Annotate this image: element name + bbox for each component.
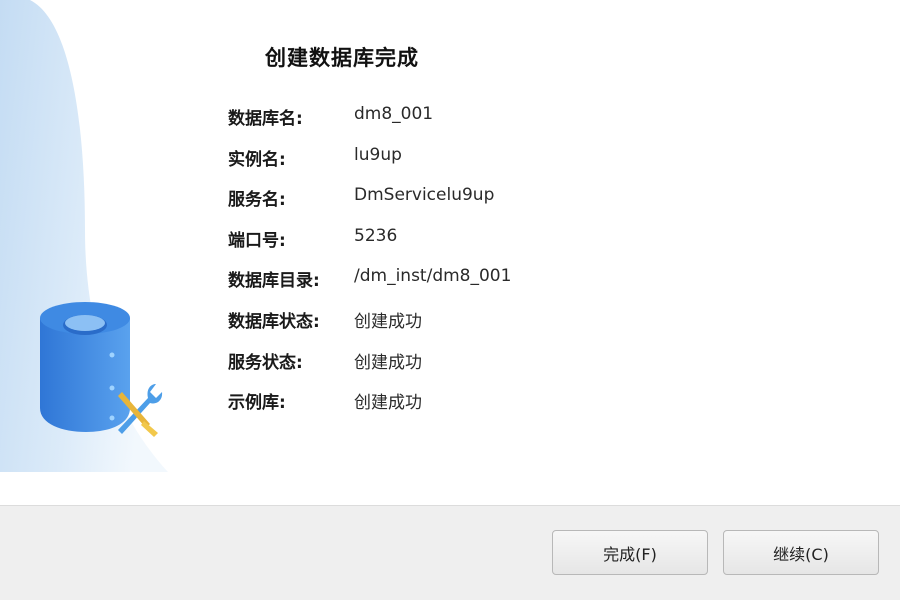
info-value: DmServicelu9up (354, 185, 495, 206)
info-label: 数据库名: (228, 109, 303, 129)
create-database-complete-dialog: 创建数据库完成 数据库名: dm8_001 实例名: lu9up 服务名: Dm… (0, 0, 900, 600)
finish-button[interactable]: 完成(F) (552, 530, 708, 575)
button-bar: 完成(F) 继续(C) (0, 506, 900, 600)
info-value: dm8_001 (354, 104, 434, 124)
side-panel (0, 0, 168, 472)
dialog-title: 创建数据库完成 (265, 46, 419, 70)
info-label: 服务名: (228, 190, 286, 211)
info-label: 服务状态: (228, 352, 303, 373)
info-label: 端口号: (228, 230, 286, 251)
info-label: 数据库状态: (228, 311, 320, 332)
continue-button[interactable]: 继续(C) (723, 530, 879, 575)
info-value: /dm_inst/dm8_001 (354, 266, 512, 287)
info-value: 5236 (354, 225, 398, 246)
info-value: lu9up (354, 144, 402, 165)
info-label: 数据库目录: (228, 271, 320, 292)
info-value: 创建成功 (354, 393, 422, 414)
info-label: 实例名: (228, 149, 286, 170)
info-label: 示例库: (228, 393, 286, 414)
info-value: 创建成功 (354, 311, 422, 332)
info-value: 创建成功 (354, 352, 422, 373)
database-tool-icon (40, 302, 163, 437)
